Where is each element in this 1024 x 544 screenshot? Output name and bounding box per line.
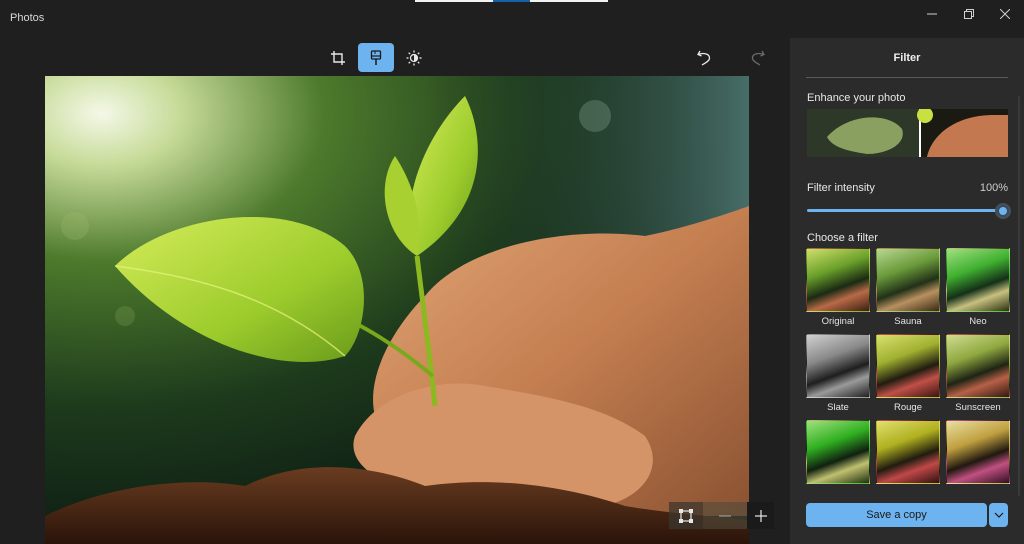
title-bar: Photos <box>0 0 1024 38</box>
filter-name: Sauna <box>894 316 922 327</box>
filter-rouge[interactable]: Rouge <box>876 334 940 413</box>
restore-button[interactable] <box>950 0 988 28</box>
redo-button[interactable] <box>740 43 776 72</box>
zoom-out-button[interactable] <box>703 502 747 529</box>
filter-sauna[interactable]: Sauna <box>876 248 940 327</box>
panel-title: Filter <box>893 52 921 64</box>
plus-icon <box>754 509 767 522</box>
minimize-button[interactable] <box>913 0 951 28</box>
filter-tool-button[interactable] <box>358 43 394 72</box>
photos-app: Photos Filter Enhance your photo Filter … <box>0 0 1024 544</box>
filter-slate[interactable]: Slate <box>806 334 870 413</box>
filter-name: Sunscreen <box>955 402 1001 413</box>
fit-to-screen-icon <box>679 508 693 523</box>
enhance-label: Enhance your photo <box>807 92 906 104</box>
crop-tool-button[interactable] <box>320 43 356 72</box>
filter-thumbnail <box>946 334 1010 398</box>
choose-filter-label: Choose a filter <box>807 232 878 244</box>
filter-thumbnail <box>876 248 940 312</box>
undo-icon <box>697 50 711 66</box>
chevron-down-icon <box>994 512 1003 518</box>
slider-track <box>807 209 1003 212</box>
panel-scrollbar[interactable] <box>1018 96 1020 496</box>
undo-button[interactable] <box>686 43 722 72</box>
intensity-label: Filter intensity <box>807 182 875 194</box>
tab-strip-right <box>530 0 608 2</box>
filter-name: Original <box>821 316 855 327</box>
filter-name: Rouge <box>894 402 922 413</box>
save-options-dropdown[interactable] <box>989 503 1008 527</box>
filter-item-8[interactable] <box>876 420 940 488</box>
restore-icon <box>964 9 974 19</box>
crop-icon <box>331 50 345 65</box>
panel-divider <box>806 77 1008 78</box>
photo-image <box>45 76 749 544</box>
minus-icon <box>719 514 731 517</box>
filter-panel: Filter Enhance your photo Filter intensi… <box>790 38 1024 544</box>
zoom-controls <box>669 502 774 529</box>
filter-thumbnail <box>806 420 870 484</box>
zoom-in-button[interactable] <box>747 502 774 529</box>
filter-thumbnail <box>806 334 870 398</box>
filter-thumbnail <box>876 334 940 398</box>
fit-to-screen-button[interactable] <box>669 502 703 529</box>
filter-item-9[interactable] <box>946 420 1010 488</box>
intensity-value: 100% <box>979 182 1008 194</box>
save-a-copy-button[interactable]: Save a copy <box>806 503 987 527</box>
filter-original[interactable]: Original <box>806 248 870 327</box>
brightness-icon <box>406 50 422 65</box>
tab-strip-active <box>493 0 530 2</box>
close-button[interactable] <box>986 0 1024 28</box>
filter-neo[interactable]: Neo <box>946 248 1010 327</box>
tab-strip-left <box>415 0 493 2</box>
adjust-tool-button[interactable] <box>396 43 432 72</box>
filter-sunscreen[interactable]: Sunscreen <box>946 334 1010 413</box>
filter-item-7[interactable] <box>806 420 870 488</box>
filter-name: Neo <box>969 316 987 327</box>
redo-icon <box>751 50 765 66</box>
slider-thumb[interactable] <box>997 205 1009 217</box>
close-icon <box>1000 9 1010 19</box>
filter-thumbnail <box>806 248 870 312</box>
filter-thumbnail <box>876 420 940 484</box>
filter-thumbnail <box>946 248 1010 312</box>
filter-thumbnail <box>946 420 1010 484</box>
enhance-photo-toggle[interactable] <box>807 109 1008 157</box>
app-title: Photos <box>10 12 45 24</box>
enhance-preview-image <box>807 109 1008 157</box>
minimize-icon <box>927 13 937 15</box>
photo-canvas[interactable] <box>45 76 749 544</box>
filter-brush-icon <box>370 49 382 65</box>
intensity-slider[interactable] <box>807 204 1010 218</box>
filter-name: Slate <box>827 402 849 413</box>
